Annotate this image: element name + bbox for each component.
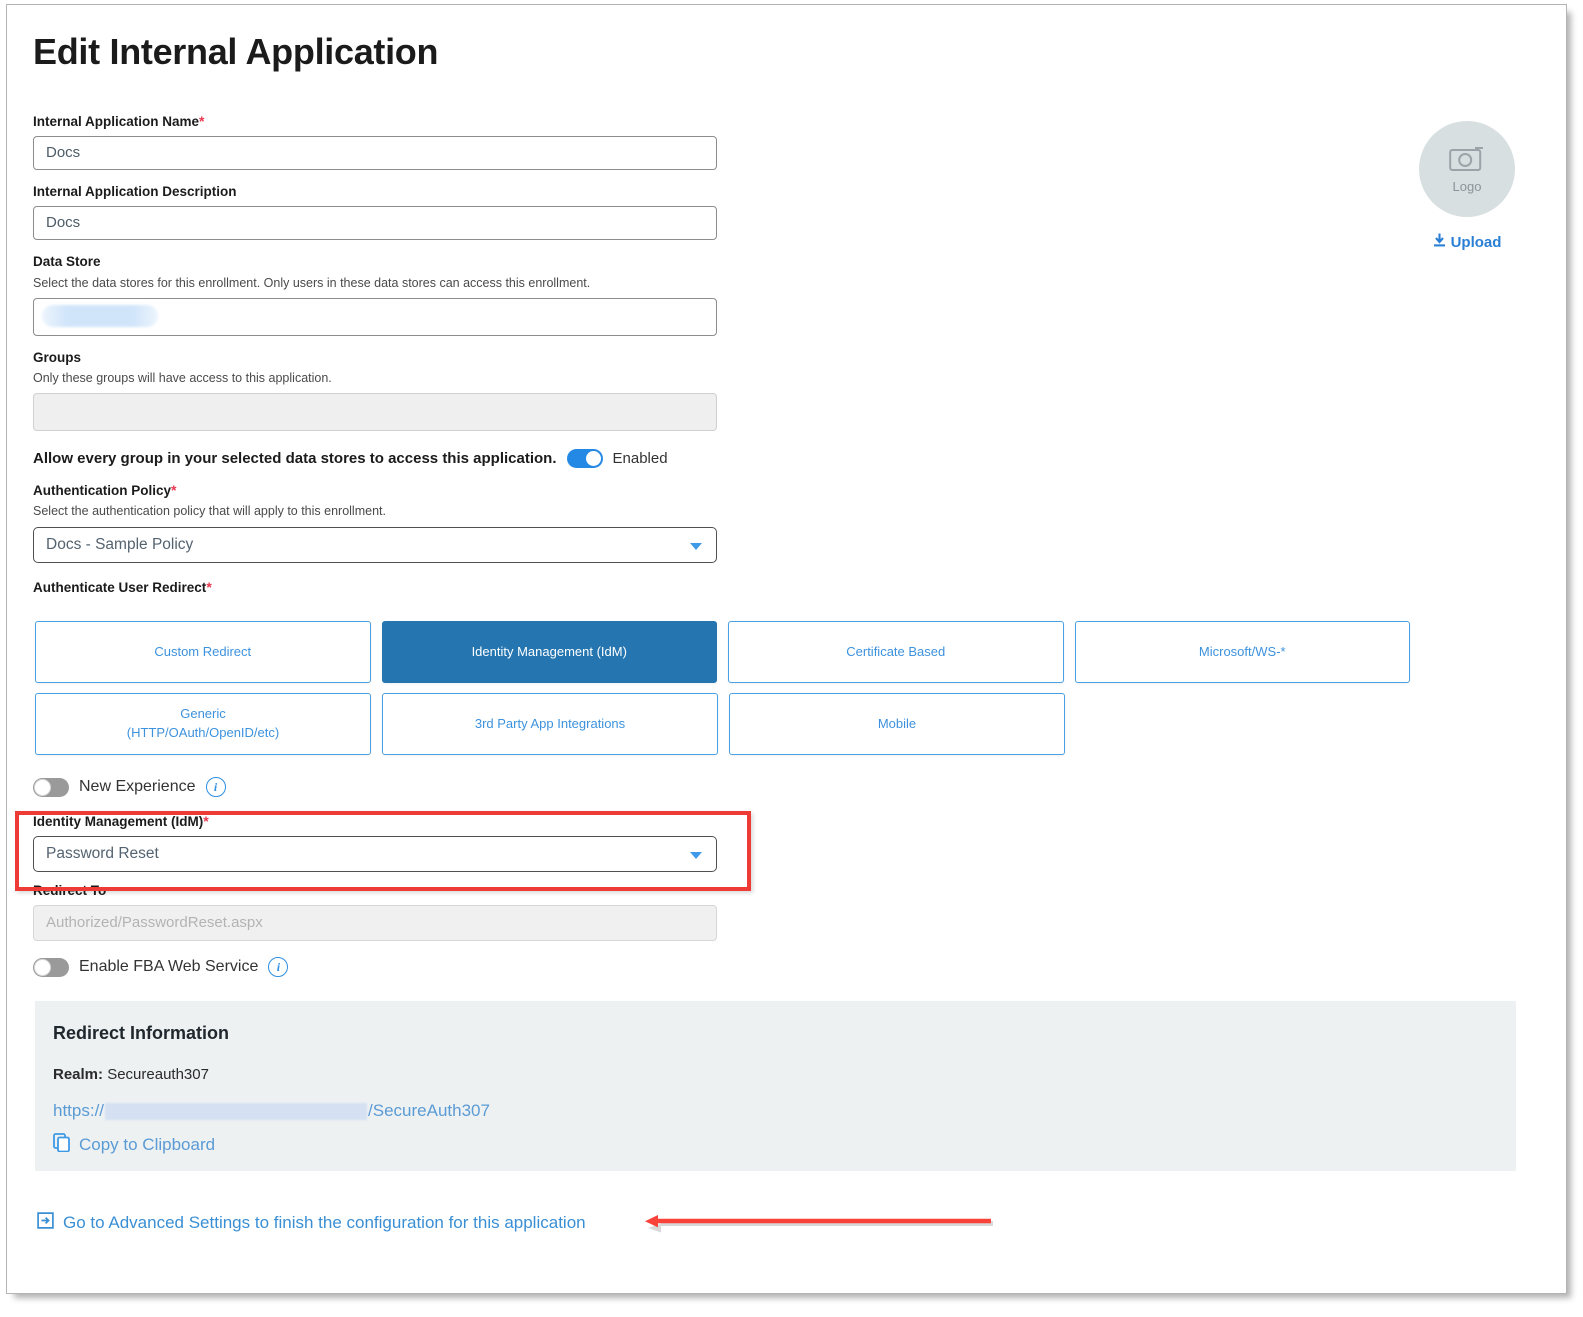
copy-icon [53, 1133, 70, 1157]
advanced-settings-link[interactable]: Go to Advanced Settings to finish the co… [37, 1212, 586, 1234]
groups-label-text: Groups [33, 350, 81, 365]
logo-uploader: Logo Upload [1419, 121, 1515, 251]
enable-fba-toggle[interactable] [33, 958, 69, 977]
redirect-option-generic-line2: (HTTP/OAuth/OpenID/etc) [127, 724, 279, 743]
screenshot-root: Edit Internal Application Logo [0, 0, 1583, 1317]
redirect-options-row-1: Custom Redirect Identity Management (IdM… [35, 621, 1410, 683]
download-arrow-icon [1433, 233, 1446, 251]
edit-application-form: Internal Application Name* Docs Internal… [33, 113, 723, 602]
allow-every-group-state: Enabled [613, 450, 668, 467]
app-description-input[interactable]: Docs [33, 206, 717, 240]
info-icon[interactable]: i [268, 957, 288, 977]
redirect-option-mobile[interactable]: Mobile [729, 693, 1065, 755]
data-store-chip[interactable] [42, 305, 158, 327]
redirect-information-heading: Redirect Information [53, 1023, 1516, 1044]
upload-button[interactable]: Upload [1419, 233, 1515, 251]
redirect-information-panel: Redirect Information Realm: Secureauth30… [35, 1001, 1516, 1171]
camera-icon [1449, 145, 1485, 177]
upload-label: Upload [1451, 234, 1502, 251]
info-icon[interactable]: i [206, 777, 226, 797]
enable-fba-row: Enable FBA Web Service i [33, 957, 723, 977]
arrow-into-box-icon [37, 1212, 54, 1234]
redirect-to-input: Authorized/PasswordReset.aspx [33, 905, 717, 941]
groups-label: Groups [33, 350, 723, 366]
redirect-option-generic[interactable]: Generic (HTTP/OAuth/OpenID/etc) [35, 693, 371, 755]
required-asterisk: * [171, 482, 176, 498]
auth-policy-select[interactable]: Docs - Sample Policy [33, 527, 717, 563]
redirect-option-generic-line1: Generic [127, 705, 279, 724]
required-asterisk: * [203, 813, 208, 829]
authenticate-user-redirect-options: Custom Redirect Identity Management (IdM… [35, 621, 1410, 765]
data-store-label: Data Store [33, 254, 723, 270]
redirect-url-suffix: /SecureAuth307 [368, 1101, 490, 1121]
app-description-label: Internal Application Description [33, 184, 723, 200]
idm-value: Password Reset [46, 837, 159, 871]
authenticate-user-redirect-label-text: Authenticate User Redirect [33, 580, 206, 595]
app-name-input[interactable]: Docs [33, 136, 717, 170]
redirect-options-row-2: Generic (HTTP/OAuth/OpenID/etc) 3rd Part… [35, 693, 1410, 755]
redirect-url[interactable]: https:// /SecureAuth307 [53, 1101, 1516, 1121]
page-title: Edit Internal Application [33, 31, 438, 73]
redirect-url-host-redacted [105, 1103, 367, 1120]
allow-every-group-toggle[interactable] [567, 449, 603, 468]
toggle-knob [585, 450, 602, 467]
enable-fba-label: Enable FBA Web Service [79, 958, 258, 976]
idm-label: Identity Management (IdM)* [33, 813, 723, 830]
logo-placeholder-label: Logo [1453, 179, 1482, 194]
app-name-label: Internal Application Name* [33, 113, 723, 130]
idm-label-text: Identity Management (IdM) [33, 814, 203, 829]
realm-label: Realm: [53, 1066, 103, 1083]
groups-help: Only these groups will have access to th… [33, 370, 723, 386]
redirect-option-microsoft-ws[interactable]: Microsoft/WS-* [1075, 621, 1411, 683]
new-experience-toggle[interactable] [33, 778, 69, 797]
copy-to-clipboard-button[interactable]: Copy to Clipboard [53, 1133, 1516, 1157]
toggle-knob [34, 959, 51, 976]
redirect-option-custom-redirect[interactable]: Custom Redirect [35, 621, 371, 683]
new-experience-label: New Experience [79, 778, 196, 796]
groups-input[interactable] [33, 393, 717, 431]
redirect-option-certificate-based[interactable]: Certificate Based [728, 621, 1064, 683]
allow-every-group-row: Allow every group in your selected data … [33, 449, 723, 468]
application-window: Edit Internal Application Logo [6, 4, 1567, 1294]
data-store-help: Select the data stores for this enrollme… [33, 275, 723, 291]
chevron-down-icon [690, 852, 702, 859]
redirect-option-3rd-party-app-integrations[interactable]: 3rd Party App Integrations [382, 693, 718, 755]
new-experience-row: New Experience i [33, 777, 723, 797]
redirect-option-identity-management[interactable]: Identity Management (IdM) [382, 621, 718, 683]
copy-to-clipboard-label: Copy to Clipboard [79, 1135, 215, 1155]
data-store-label-text: Data Store [33, 254, 101, 269]
annotation-arrow [645, 1213, 993, 1235]
logo-placeholder[interactable]: Logo [1419, 121, 1515, 217]
auth-policy-value: Docs - Sample Policy [46, 528, 193, 562]
app-description-label-text: Internal Application Description [33, 184, 237, 199]
required-asterisk: * [206, 579, 211, 595]
redirect-to-label: Redirect To [33, 883, 723, 899]
app-name-label-text: Internal Application Name [33, 114, 199, 129]
toggle-knob [34, 779, 51, 796]
realm-value: Secureauth307 [107, 1066, 209, 1083]
auth-policy-label-text: Authentication Policy [33, 483, 171, 498]
auth-policy-label: Authentication Policy* [33, 482, 723, 499]
required-asterisk: * [199, 113, 204, 129]
auth-policy-help: Select the authentication policy that wi… [33, 503, 723, 519]
allow-every-group-label: Allow every group in your selected data … [33, 450, 557, 467]
advanced-settings-link-label: Go to Advanced Settings to finish the co… [63, 1213, 586, 1233]
chevron-down-icon [690, 543, 702, 550]
realm-line: Realm: Secureauth307 [53, 1066, 1516, 1083]
idm-configuration-section: New Experience i Identity Management (Id… [33, 777, 723, 991]
redirect-url-prefix: https:// [53, 1101, 104, 1121]
window-content: Edit Internal Application Logo [7, 5, 1566, 1293]
data-store-input[interactable] [33, 298, 717, 336]
authenticate-user-redirect-label: Authenticate User Redirect* [33, 579, 723, 596]
redirect-to-label-text: Redirect To [33, 883, 106, 898]
idm-select[interactable]: Password Reset [33, 836, 717, 872]
